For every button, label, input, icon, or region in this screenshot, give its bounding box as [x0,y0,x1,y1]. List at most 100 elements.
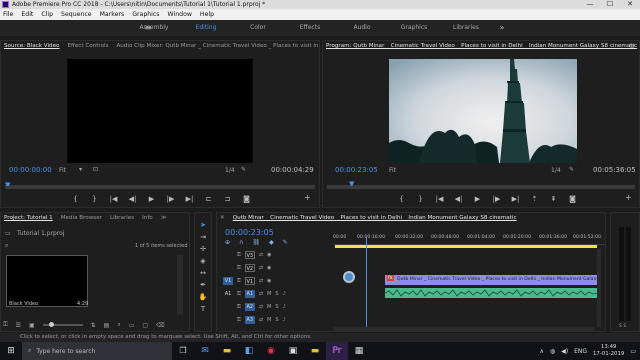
chrome-icon[interactable]: ◉ [260,342,282,360]
timeline-vertical-scrollbar[interactable] [597,249,601,327]
menu-graphics[interactable]: Graphics [132,9,159,20]
automate-icon[interactable]: ▤ [104,322,110,329]
workspace-libraries[interactable]: Libraries [440,20,492,36]
sync-lock-icon[interactable]: ⚿ [237,252,241,258]
play-icon[interactable]: ▶ [474,195,482,203]
sync-lock-icon[interactable]: ⚿ [237,278,241,284]
new-bin-icon[interactable]: ▭ [129,322,135,329]
sync-lock-icon[interactable]: ⚿ [237,265,241,271]
program-fit-select[interactable]: Fit [389,167,396,174]
program-time-ruler[interactable] [327,178,635,186]
timeline-horizontal-scrollbar[interactable] [333,327,595,331]
toggle-sync-icon[interactable]: ⇄ [259,317,263,323]
toggle-sync-icon[interactable]: ⇄ [259,291,263,297]
step-forward-icon[interactable]: |▶ [493,195,501,203]
source-patch[interactable] [223,264,233,272]
maximize-button[interactable]: ☐ [600,0,620,9]
workspace-menu-icon[interactable]: ≡ [138,20,158,36]
go-to-out-icon[interactable]: ▶| [186,195,194,203]
step-back-icon[interactable]: ◀| [129,195,137,203]
timeline-ruler[interactable]: 00:00 00:00:16:00 00:00:32:00 00:00:48:0… [333,231,605,245]
app-icon[interactable]: ▣ [282,342,304,360]
close-button[interactable]: ✕ [620,0,640,9]
workspace-editing[interactable]: Editing [180,20,232,36]
trash-icon[interactable]: ⌫ [156,322,164,329]
fit-dropdown-icon[interactable]: ▾ [79,166,82,173]
black-video-thumbnail[interactable] [6,255,88,307]
tab-libraries[interactable]: Libraries [110,213,134,224]
toggle-sync-icon[interactable]: ⇄ [259,265,263,271]
play-icon[interactable]: ▶ [148,195,156,203]
track-name[interactable]: V2 [244,263,255,272]
solo-left-button[interactable]: S [619,323,622,329]
search-bin-icon[interactable]: ⌕ [117,321,120,329]
mute-button[interactable]: M [267,291,271,297]
task-view-icon[interactable]: ❐ [172,342,194,360]
volume-icon[interactable]: ◀) [561,348,568,355]
workspace-color[interactable]: Color [232,20,284,36]
folder-icon[interactable]: ▬ [304,342,326,360]
eye-icon[interactable]: ◉ [267,252,271,258]
eye-icon[interactable]: ◉ [267,265,271,271]
settings-square-icon[interactable]: ⊡ [93,166,98,173]
toggle-sync-icon[interactable]: ⇄ [259,252,263,258]
microphone-icon[interactable]: ♪ [283,317,286,323]
wrench-icon[interactable]: ✎ [241,166,246,173]
workspace-more-icon[interactable]: » [492,20,512,36]
sync-lock-icon[interactable]: ⚿ [237,291,241,297]
tab-project[interactable]: Project: Tutorial 1 [4,213,53,224]
hand-tool-icon[interactable]: ✋ [197,291,209,303]
track-name[interactable]: A2 [244,302,255,311]
slip-tool-icon[interactable]: ↔ [197,267,209,279]
type-tool-icon[interactable]: T [197,303,209,315]
linked-selection-icon[interactable]: ⛓ [252,239,260,246]
menu-sequence[interactable]: Sequence [61,9,92,20]
pen-tool-icon[interactable]: ✒ [197,279,209,291]
solo-button[interactable]: S [275,291,278,297]
source-patch[interactable]: A1 [223,290,233,298]
mute-button[interactable]: M [267,317,271,323]
work-area-bar[interactable] [335,245,597,248]
new-item-icon[interactable]: ▢ [142,322,148,329]
track-name[interactable]: V3 [244,250,255,259]
sort-icon[interactable]: ⇅ [91,322,96,329]
solo-button[interactable]: S [275,317,278,323]
icon-view-icon[interactable]: ▣ [29,322,35,329]
tab-audio-clip-mixer[interactable]: Audio Clip Mixer: Qutb Minar _ Cinematic… [116,41,319,52]
list-view-icon[interactable]: ☰ [16,322,21,329]
export-frame-icon[interactable]: ◙ [243,195,251,203]
go-to-in-icon[interactable]: |◀ [110,195,118,203]
audio-clip[interactable] [385,288,599,298]
mark-out-icon[interactable]: } [417,195,425,203]
source-patch[interactable] [223,303,233,311]
razor-tool-icon[interactable]: ◈ [197,255,209,267]
mail-icon[interactable]: ✉ [194,342,216,360]
source-patch[interactable]: V1 [223,276,233,285]
timeline-timecode[interactable]: 00:00:23:05 [225,228,274,237]
premiere-taskbar-icon[interactable]: Pr [326,342,348,360]
go-to-in-icon[interactable]: |◀ [436,195,444,203]
track-name[interactable]: V1 [244,276,255,285]
menu-edit[interactable]: Edit [21,9,33,20]
solo-right-button[interactable]: S [624,323,627,329]
search-icon[interactable]: ⌕ [5,242,8,250]
zoom-slider[interactable] [42,322,83,327]
word-icon[interactable]: ▦ [348,342,370,360]
tray-expand-icon[interactable]: ∧ [539,348,543,355]
source-resolution-select[interactable]: 1/4 [225,167,235,174]
zoom-slider-handle[interactable] [48,322,54,327]
tab-info[interactable]: Info [142,213,153,224]
program-zoom-bar[interactable] [327,186,635,189]
step-back-icon[interactable]: ◀| [455,195,463,203]
source-zoom-bar[interactable] [5,186,315,189]
close-icon[interactable]: ✕ [220,213,225,224]
menu-help[interactable]: Help [200,9,214,20]
track-select-tool-icon[interactable]: ⇥ [197,231,209,243]
program-timecode-in[interactable]: 00:00:23:05 [335,166,378,174]
insert-icon[interactable]: ⊏ [205,195,213,203]
program-resolution-select[interactable]: 1/4 [551,167,561,174]
tab-program[interactable]: Program: Qutb Minar _ Cinematic Travel V… [326,41,637,52]
tab-media-browser[interactable]: Media Browser [61,213,102,224]
snap-icon[interactable]: ∩ [239,239,243,246]
toggle-sync-icon[interactable]: ⇄ [259,304,263,310]
